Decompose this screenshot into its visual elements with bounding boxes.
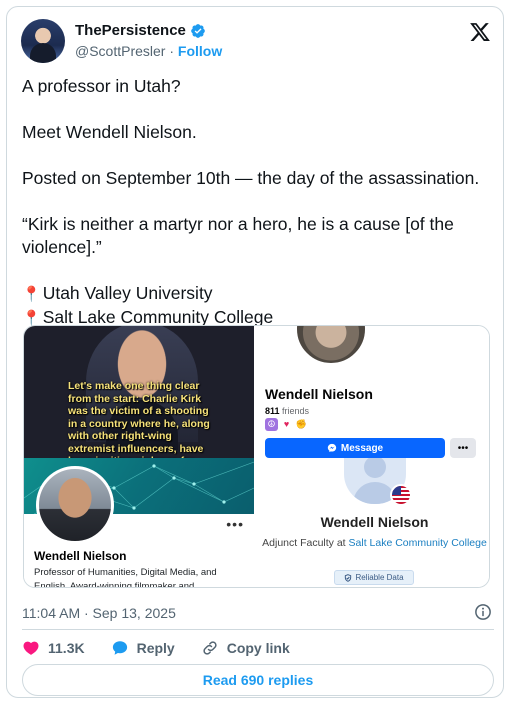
location-text: Salt Lake Community College: [42, 307, 274, 327]
reply-bubble-icon: [112, 641, 127, 655]
location-text: Utah Valley University: [42, 283, 213, 303]
role-prefix: Adjunct Faculty at: [262, 537, 349, 549]
author-display-name[interactable]: ThePersistence: [75, 22, 186, 39]
reliable-data-badge: Reliable Data: [334, 570, 414, 585]
linkedin-headline: Professor of Humanities, Digital Media, …: [34, 567, 217, 588]
shield-check-icon: [345, 573, 352, 582]
tweet-header: ThePersistence @ScottPresler · Follow: [21, 19, 491, 67]
timestamp[interactable]: 11:04 AM · Sep 13, 2025: [22, 605, 176, 621]
verified-badge-icon: [191, 23, 205, 38]
video-caption: Let's make one thing clear from the star…: [68, 380, 210, 458]
tweet-line: “Kirk is neither a martyr nor a hero, he…: [22, 214, 454, 257]
fist-icon: ✊: [295, 419, 308, 429]
read-replies-button[interactable]: Read 690 replies: [22, 664, 494, 696]
media-video-still[interactable]: Let's make one thing clear from the star…: [24, 326, 254, 458]
author-avatar[interactable]: [21, 19, 65, 63]
us-flag-icon: [390, 484, 412, 506]
directory-name: Wendell Nielson: [320, 514, 429, 530]
friends-label: friends: [279, 406, 310, 416]
copy-link-button[interactable]: Copy link: [201, 639, 290, 657]
tweet-line: Posted on September 10th — the day of th…: [22, 168, 480, 188]
media-directory-profile[interactable]: Wendell Nielson Adjunct Faculty at Salt …: [258, 458, 489, 587]
author-handle-row: @ScottPresler · Follow: [75, 43, 222, 59]
facebook-reactions: ☮ ♥ ✊: [265, 418, 308, 431]
tweet-card: ThePersistence @ScottPresler · Follow A …: [6, 6, 504, 698]
facebook-message-button[interactable]: Message: [265, 438, 445, 458]
tweet-line: Meet Wendell Nielson.: [22, 122, 197, 142]
heart-icon: ♥: [283, 419, 290, 429]
tweet-line-location: 📍 Utah Valley University: [22, 282, 496, 306]
messenger-icon: [327, 443, 337, 453]
media-facebook-profile[interactable]: Wendell Nielson 811 friends ☮ ♥ ✊ Messag…: [258, 326, 489, 458]
link-icon: [203, 641, 217, 655]
linkedin-more-button[interactable]: •••: [226, 516, 244, 532]
facebook-avatar: [294, 326, 368, 366]
info-icon[interactable]: [474, 603, 492, 621]
divider: [22, 629, 494, 630]
college-link[interactable]: Salt Lake Community College: [349, 537, 487, 549]
handle-separator: ·: [165, 43, 178, 59]
peace-icon: ☮: [265, 418, 278, 431]
reply-label: Reply: [136, 640, 175, 656]
linkedin-photo: [36, 466, 114, 544]
reply-button[interactable]: Reply: [111, 639, 175, 657]
linkedin-name: Wendell Nielson: [34, 549, 127, 563]
follow-link[interactable]: Follow: [178, 43, 222, 59]
timestamp-row: 11:04 AM · Sep 13, 2025: [22, 603, 492, 623]
media-linkedin-profile[interactable]: ••• Wendell Nielson Professor of Humanit…: [24, 458, 254, 588]
tweet-text: A professor in Utah? Meet Wendell Nielso…: [22, 75, 496, 330]
heart-icon: [23, 641, 39, 655]
friends-count: 811: [265, 406, 280, 416]
facebook-friends: 811 friends: [265, 406, 309, 416]
directory-role: Adjunct Faculty at Salt Lake Community C…: [258, 536, 489, 550]
pin-icon: 📍: [22, 286, 41, 303]
author-name-row: ThePersistence: [75, 22, 206, 39]
facebook-more-button[interactable]: •••: [450, 438, 476, 458]
like-button[interactable]: 11.3K: [22, 639, 85, 657]
badge-label: Reliable Data: [355, 573, 404, 582]
action-bar: 11.3K Reply Copy link: [22, 637, 492, 659]
x-logo-icon[interactable]: [469, 21, 491, 43]
copy-link-label: Copy link: [226, 640, 290, 656]
author-handle[interactable]: @ScottPresler: [75, 43, 165, 59]
tweet-line: A professor in Utah?: [22, 76, 181, 96]
message-label: Message: [340, 442, 384, 454]
facebook-name: Wendell Nielson: [265, 386, 373, 402]
media-grid[interactable]: Let's make one thing clear from the star…: [23, 325, 490, 588]
like-count: 11.3K: [48, 640, 85, 656]
